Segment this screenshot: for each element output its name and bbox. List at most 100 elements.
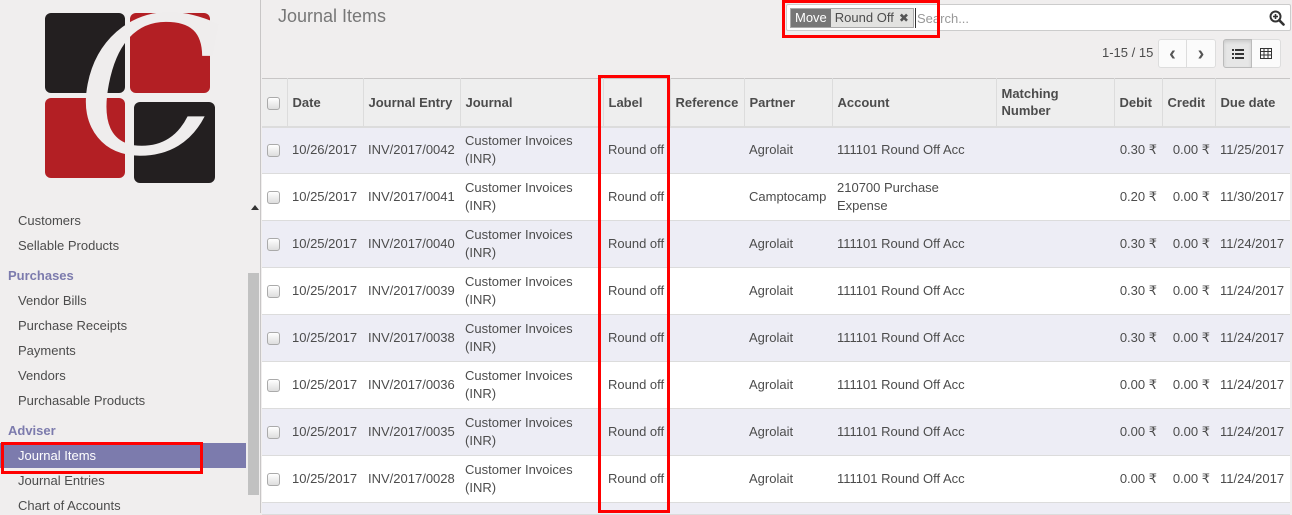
sidebar-item-journal-entries[interactable]: Journal Entries — [0, 468, 246, 493]
row-checkbox[interactable] — [267, 426, 280, 440]
cell-matching-number — [996, 315, 1114, 362]
cell-partner: Agrolait — [749, 471, 794, 486]
sidebar-item-purchasable-products[interactable]: Purchasable Products — [0, 388, 246, 413]
cell-journal-entry: INV/2017/0038 — [368, 330, 455, 345]
pager-next-button[interactable]: › — [1187, 39, 1216, 68]
sidebar-item-sellable-products[interactable]: Sellable Products — [0, 233, 246, 258]
cell-due-date: 11/25/2017 — [1220, 142, 1285, 158]
scroll-up-arrow-icon[interactable] — [251, 205, 259, 210]
row-checkbox[interactable] — [267, 238, 280, 252]
row-select-cell — [262, 268, 287, 315]
table-row[interactable]: 10/25/2017 INV/2017/0038 Customer Invoic… — [262, 314, 1290, 362]
column-header-partner[interactable]: Partner — [744, 78, 833, 128]
sidebar-item-customers[interactable]: Customers — [0, 208, 246, 233]
cell-date: 10/25/2017 — [292, 189, 358, 204]
cell-partner: Camptocamp — [749, 189, 827, 204]
cell-debit: 0.00 ₹ — [1119, 424, 1157, 439]
journal-items-table: Date Journal Entry Journal Label Referen… — [262, 78, 1292, 515]
cell-label: Round off — [608, 424, 665, 439]
pager-value[interactable]: 1-15 / 15 — [1102, 45, 1153, 60]
cell-due-date: 11/30/2017 — [1220, 189, 1285, 204]
pivot-view-button[interactable] — [1252, 39, 1281, 68]
sidebar-item-journal-items[interactable]: Journal Items — [0, 442, 246, 474]
sidebar-menu: Customers Sellable Products Purchases Ve… — [0, 196, 246, 513]
sidebar-item-chart-of-accounts[interactable]: Chart of Accounts — [0, 493, 246, 513]
cell-matching-number — [996, 409, 1114, 456]
column-header-label[interactable]: Label — [603, 78, 671, 128]
cell-debit: 0.30 ₹ — [1119, 330, 1157, 345]
column-header-date[interactable]: Date — [287, 78, 364, 128]
cell-partner: Agrolait — [749, 236, 794, 251]
cell-account: 111101 Round Off Acc — [837, 236, 965, 251]
column-header-credit[interactable]: Credit — [1162, 78, 1216, 128]
cell-debit: 0.20 ₹ — [1119, 189, 1157, 204]
cell-debit: 0.00 ₹ — [1119, 471, 1157, 486]
cell-credit: 0.00 ₹ — [1172, 142, 1210, 158]
sidebar-scrollbar-thumb[interactable] — [248, 273, 259, 495]
sidebar-item-purchase-receipts[interactable]: Purchase Receipts — [0, 313, 246, 338]
search-bar[interactable]: Move Round Off ✖ — [786, 4, 1291, 31]
cell-journal: Customer Invoices (INR) — [465, 415, 573, 448]
column-header-due-date[interactable]: Due date — [1215, 78, 1290, 128]
list-view-button[interactable] — [1223, 39, 1252, 68]
facet-value: Round Off — [834, 10, 894, 25]
sidebar-item-vendor-bills[interactable]: Vendor Bills — [0, 288, 246, 313]
row-checkbox[interactable] — [267, 285, 280, 299]
cell-label: Round off — [608, 283, 665, 298]
cell-reference — [670, 456, 744, 503]
cell-due-date: 11/24/2017 — [1220, 330, 1285, 345]
facet-remove-icon[interactable]: ✖ — [899, 9, 909, 27]
cell-matching-number — [996, 221, 1114, 268]
list-icon — [1231, 48, 1244, 59]
cell-label: Round off — [608, 142, 665, 158]
column-header-account[interactable]: Account — [832, 78, 997, 128]
cell-label: Round off — [608, 189, 665, 204]
table-row[interactable]: 10/26/2017 INV/2017/0042 Customer Invoic… — [262, 126, 1290, 174]
company-logo[interactable]: C — [45, 0, 222, 183]
cell-debit: 0.30 ₹ — [1119, 283, 1157, 298]
column-header-reference[interactable]: Reference — [670, 78, 745, 128]
table-row[interactable]: 10/25/2017 INV/2017/0036 Customer Invoic… — [262, 361, 1290, 409]
table-row[interactable]: 10/25/2017 INV/2017/0039 Customer Invoic… — [262, 267, 1290, 315]
cell-matching-number — [996, 174, 1114, 221]
table-row[interactable]: 10/25/2017 INV/2017/0041 Customer Invoic… — [262, 173, 1290, 221]
pager-previous-button[interactable]: ‹ — [1158, 39, 1187, 68]
cell-credit: 0.00 ₹ — [1172, 283, 1210, 298]
column-header-debit[interactable]: Debit — [1114, 78, 1163, 128]
cell-journal: Customer Invoices (INR) — [465, 462, 573, 495]
cell-due-date: 11/24/2017 — [1220, 236, 1285, 251]
row-checkbox[interactable] — [267, 473, 280, 487]
chevron-right-icon: › — [1197, 42, 1205, 65]
sidebar-item-payments[interactable]: Payments — [0, 338, 246, 363]
row-checkbox[interactable] — [267, 379, 280, 393]
column-header-journal[interactable]: Journal — [460, 78, 604, 128]
sidebar-item-vendors[interactable]: Vendors — [0, 363, 246, 388]
cell-matching-number — [996, 268, 1114, 315]
table-row[interactable]: 10/25/2017 INV/2017/0040 Customer Invoic… — [262, 220, 1290, 268]
cell-credit: 0.00 ₹ — [1172, 377, 1210, 392]
row-checkbox[interactable] — [267, 144, 280, 158]
row-checkbox[interactable] — [267, 191, 280, 205]
column-header-matching-number[interactable]: Matching Number — [996, 78, 1115, 128]
row-select-cell — [262, 409, 287, 456]
cell-journal-entry: INV/2017/0041 — [368, 189, 455, 204]
cell-label: Round off — [608, 377, 665, 392]
cell-due-date: 11/24/2017 — [1220, 377, 1285, 392]
search-zoom-icon[interactable] — [1269, 10, 1285, 26]
table-row[interactable]: 10/25/2017 INV/2017/0028 Customer Invoic… — [262, 455, 1290, 503]
column-header-journal-entry[interactable]: Journal Entry — [363, 78, 461, 128]
cell-account: 111101 Round Off Acc — [837, 471, 965, 486]
cell-debit: 0.30 ₹ — [1119, 236, 1157, 251]
cell-date: 10/25/2017 — [292, 283, 358, 298]
cell-journal: Customer Invoices (INR) — [465, 321, 573, 354]
cell-credit: 0.00 ₹ — [1172, 236, 1210, 251]
cell-date: 10/25/2017 — [292, 424, 358, 439]
cell-debit: 0.00 ₹ — [1119, 377, 1157, 392]
row-checkbox[interactable] — [267, 332, 280, 346]
table-row[interactable]: 10/25/2017 INV/2017/0035 Customer Invoic… — [262, 408, 1290, 456]
cell-journal: Customer Invoices (INR) — [465, 368, 573, 401]
search-facet: Move Round Off ✖ — [790, 8, 914, 28]
cell-journal-entry: INV/2017/0028 — [368, 471, 455, 486]
select-all-checkbox[interactable] — [267, 96, 280, 110]
search-input[interactable] — [915, 8, 1255, 28]
